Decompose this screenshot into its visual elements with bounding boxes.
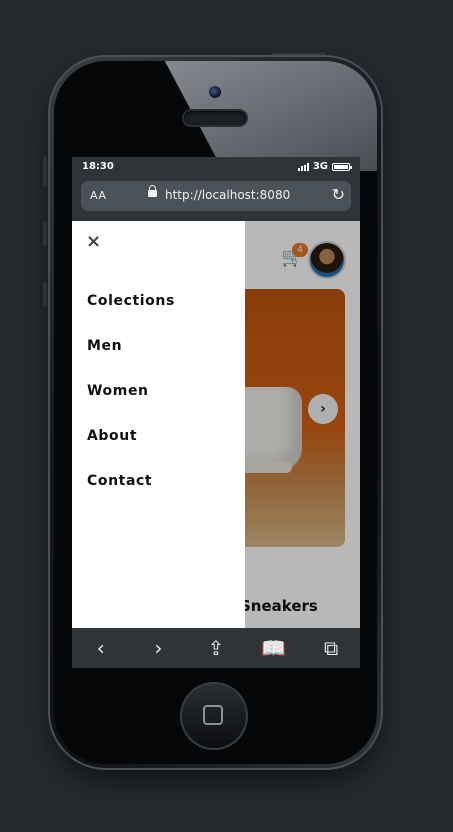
volume-up-button [43, 222, 47, 246]
address-bar[interactable]: AA http://localhost:8080 ↻ [81, 181, 351, 211]
url-text[interactable]: http://localhost:8080 [165, 188, 290, 202]
menu-item-contact[interactable]: Contact [87, 473, 175, 518]
status-right: 3G [297, 161, 352, 172]
drawer-menu: Colections Men Women About Contact [87, 293, 175, 518]
nav-drawer: × Colections Men Women About Contact [72, 221, 245, 628]
browser-toolbar: ‹ › ⇪ 📖 ⧉ [72, 628, 360, 668]
front-camera [209, 86, 221, 98]
status-bar: 18:30 3G [72, 157, 360, 178]
bookmarks-icon[interactable]: 📖 [254, 636, 294, 660]
volume-down-button [43, 282, 47, 306]
earpiece-speaker [184, 111, 246, 125]
status-time: 18:30 [82, 161, 114, 172]
mute-switch [43, 156, 47, 186]
menu-item-women[interactable]: Women [87, 383, 175, 428]
text-size-button[interactable]: AA [90, 189, 106, 202]
menu-item-colections[interactable]: Colections [87, 293, 175, 338]
lock-icon [148, 185, 157, 197]
battery-icon [332, 162, 352, 171]
home-square-icon [203, 705, 223, 725]
tabs-icon[interactable]: ⧉ [311, 636, 351, 660]
home-button[interactable] [182, 684, 246, 748]
back-icon[interactable]: ‹ [81, 636, 121, 660]
browser-chrome: AA http://localhost:8080 ↻ [72, 178, 360, 221]
network-type: 3G [312, 161, 328, 172]
reload-icon[interactable]: ↻ [332, 185, 345, 204]
menu-item-men[interactable]: Men [87, 338, 175, 383]
share-icon[interactable]: ⇪ [196, 636, 236, 660]
signal-icon [297, 162, 309, 171]
forward-icon[interactable]: › [138, 636, 178, 660]
close-icon[interactable]: × [86, 231, 101, 252]
screen: 18:30 3G AA http://localhost:8080 ↻ 🛒 4 … [72, 157, 360, 668]
menu-item-about[interactable]: About [87, 428, 175, 473]
